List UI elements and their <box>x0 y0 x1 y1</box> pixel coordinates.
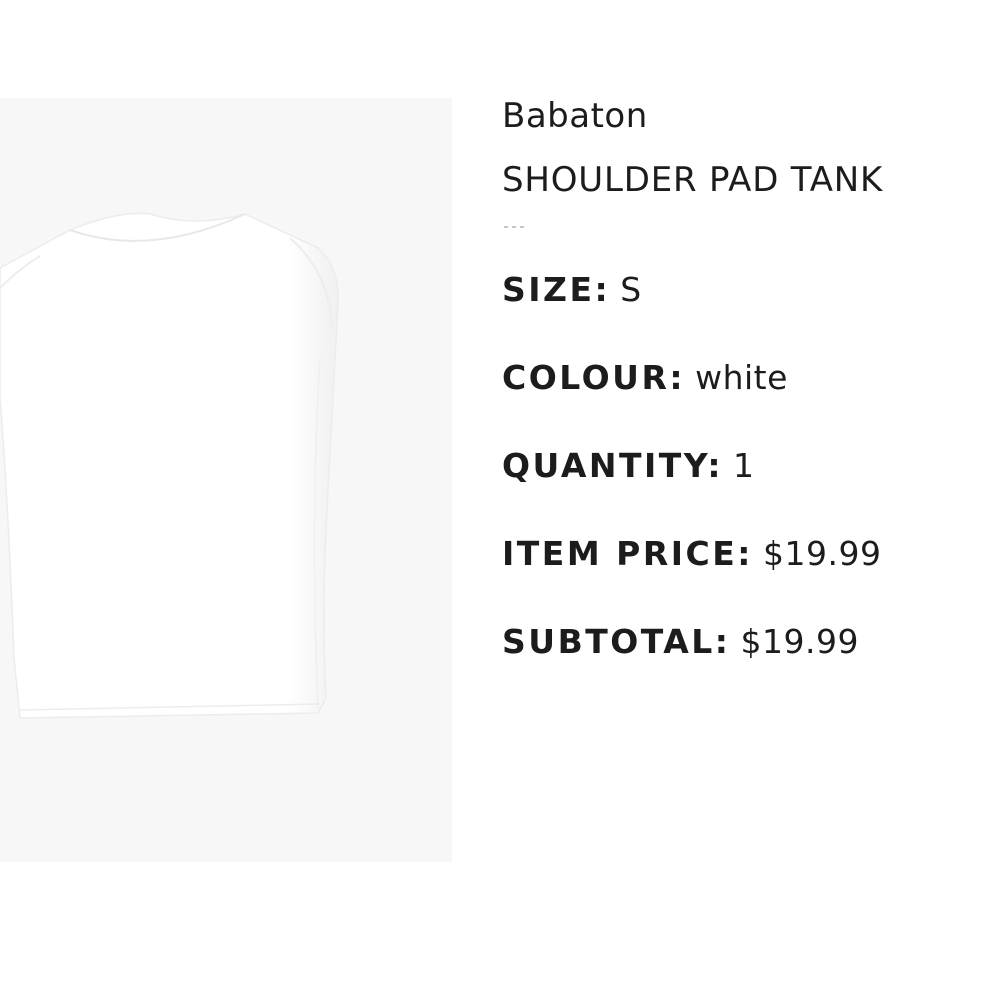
attribute-label: ITEM PRICE: <box>502 534 753 573</box>
attribute-list: SIZE: S COLOUR: white QUANTITY: 1 ITEM PRIC… <box>502 268 982 664</box>
attribute-value: $19.99 <box>740 622 859 661</box>
product-image[interactable] <box>0 98 452 862</box>
loading-placeholder <box>504 224 530 234</box>
attribute-colour: COLOUR: white <box>502 356 982 400</box>
attribute-value: 1 <box>733 446 755 485</box>
attribute-subtotal: SUBTOTAL: $19.99 <box>502 620 982 664</box>
product-brand[interactable]: Babaton <box>502 94 982 138</box>
attribute-quantity: QUANTITY: 1 <box>502 444 982 488</box>
attribute-value: white <box>695 358 788 397</box>
attribute-label: SIZE: <box>502 270 611 309</box>
product-name[interactable]: SHOULDER PAD TANK <box>502 158 982 202</box>
attribute-value: S <box>620 270 642 309</box>
product-details: Babaton SHOULDER PAD TANK SIZE: S COLOUR:… <box>502 94 982 708</box>
attribute-size: SIZE: S <box>502 268 982 312</box>
attribute-label: QUANTITY: <box>502 446 724 485</box>
attribute-item-price: ITEM PRICE: $19.99 <box>502 532 982 576</box>
tank-top-icon <box>0 212 339 719</box>
attribute-label: COLOUR: <box>502 358 686 397</box>
attribute-label: SUBTOTAL: <box>502 622 731 661</box>
attribute-value: $19.99 <box>763 534 882 573</box>
